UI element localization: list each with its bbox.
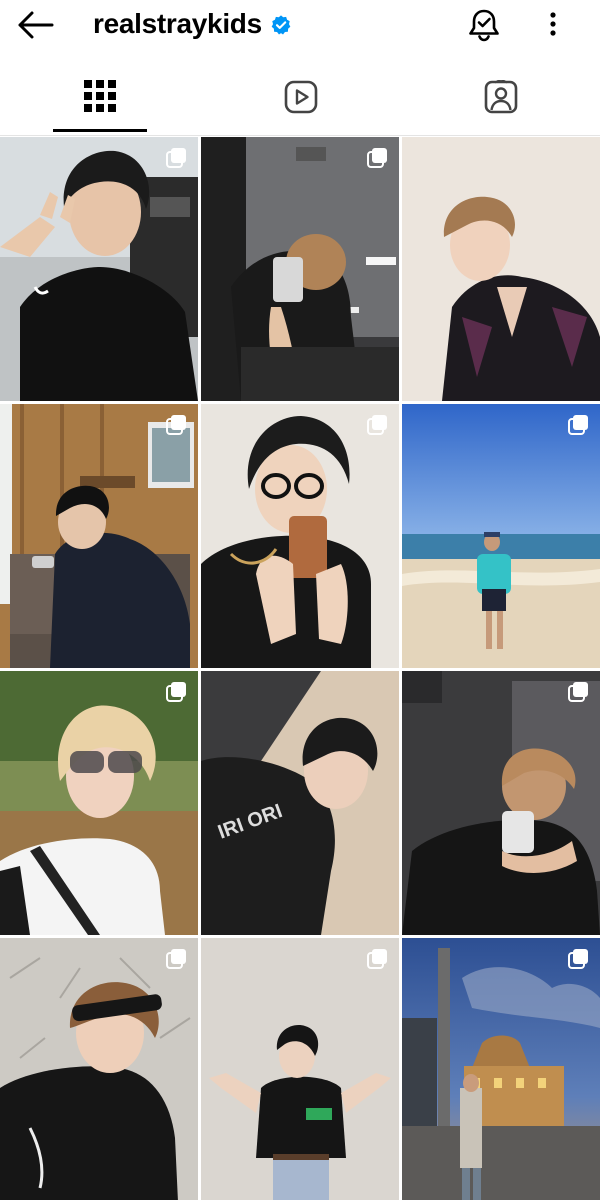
profile-username: realstraykids bbox=[93, 8, 262, 39]
post-thumbnail[interactable] bbox=[201, 938, 399, 1200]
carousel-icon bbox=[568, 415, 588, 435]
posts-grid: IRI ORI bbox=[0, 137, 600, 1200]
post-thumbnail[interactable] bbox=[0, 137, 198, 401]
carousel-icon bbox=[166, 148, 186, 168]
reels-icon bbox=[284, 80, 318, 114]
bell-check-icon bbox=[469, 9, 499, 42]
top-bar: realstraykids bbox=[0, 0, 600, 52]
arrow-left-icon bbox=[18, 11, 54, 39]
post-thumbnail[interactable] bbox=[402, 671, 600, 935]
post-thumbnail[interactable] bbox=[402, 137, 600, 401]
notifications-button[interactable] bbox=[464, 5, 504, 45]
post-thumbnail[interactable] bbox=[402, 404, 600, 668]
carousel-icon bbox=[568, 682, 588, 702]
more-options-button[interactable] bbox=[538, 5, 568, 45]
tab-posts[interactable] bbox=[0, 62, 200, 136]
carousel-icon bbox=[166, 415, 186, 435]
post-image bbox=[402, 938, 600, 1200]
more-vertical-icon bbox=[550, 12, 556, 36]
post-thumbnail[interactable] bbox=[0, 404, 198, 668]
post-image bbox=[402, 671, 600, 935]
profile-tabs bbox=[0, 62, 600, 136]
post-image bbox=[0, 137, 198, 401]
carousel-icon bbox=[166, 682, 186, 702]
tab-reels[interactable] bbox=[200, 62, 400, 136]
carousel-icon bbox=[568, 949, 588, 969]
post-image bbox=[201, 404, 399, 668]
tagged-icon bbox=[484, 80, 518, 114]
post-thumbnail[interactable]: IRI ORI bbox=[201, 671, 399, 935]
grid-icon bbox=[84, 80, 116, 112]
post-thumbnail[interactable] bbox=[0, 938, 198, 1200]
carousel-icon bbox=[367, 148, 387, 168]
post-image bbox=[201, 137, 399, 401]
post-thumbnail[interactable] bbox=[0, 671, 198, 935]
carousel-icon bbox=[166, 949, 186, 969]
carousel-icon bbox=[367, 415, 387, 435]
post-thumbnail[interactable] bbox=[402, 938, 600, 1200]
post-image bbox=[0, 938, 198, 1200]
post-image bbox=[0, 671, 198, 935]
verified-badge-icon bbox=[271, 15, 291, 35]
carousel-icon bbox=[367, 949, 387, 969]
post-thumbnail[interactable] bbox=[201, 404, 399, 668]
post-thumbnail[interactable] bbox=[201, 137, 399, 401]
tab-tagged[interactable] bbox=[400, 62, 600, 136]
post-image bbox=[201, 938, 399, 1200]
post-image bbox=[0, 404, 198, 668]
back-button[interactable] bbox=[14, 8, 56, 42]
post-image: IRI ORI bbox=[201, 671, 399, 935]
post-image bbox=[402, 404, 600, 668]
post-image bbox=[402, 137, 600, 401]
active-tab-indicator bbox=[53, 129, 147, 132]
profile-header: realstraykids bbox=[93, 6, 292, 42]
